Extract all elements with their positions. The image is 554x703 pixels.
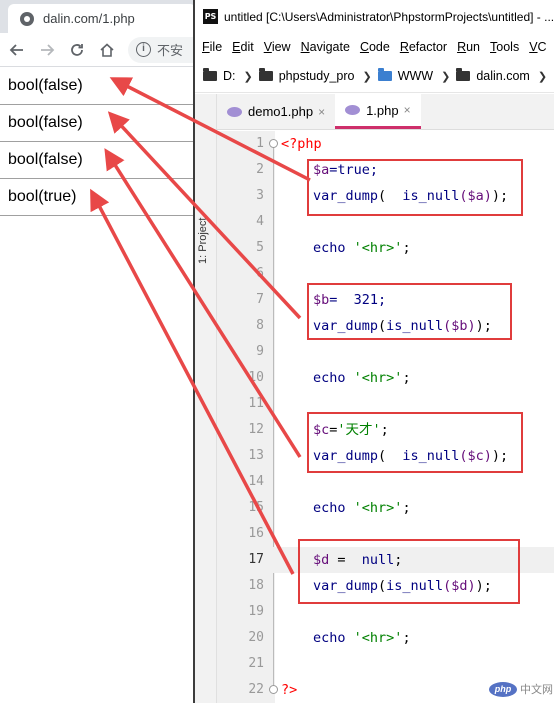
- php-watermark: php 中文网: [489, 681, 553, 697]
- browser-toolbar: i 不安: [0, 33, 196, 67]
- menu-file[interactable]: File: [202, 40, 222, 54]
- php-file-icon: [345, 105, 361, 115]
- reload-button[interactable]: [64, 37, 90, 63]
- menu-tools[interactable]: Tools: [490, 40, 519, 54]
- window-title: untitled [C:\Users\Administrator\Phpstor…: [224, 9, 554, 24]
- chevron-right-icon: ❯: [243, 70, 253, 83]
- breadcrumb-www[interactable]: WWW: [377, 68, 433, 83]
- annotation-box: [307, 412, 523, 473]
- page-output: bool(false) bool(false) bool(false) bool…: [0, 68, 196, 216]
- watermark-text: 中文网: [520, 684, 553, 696]
- code-line: 21: [248, 656, 264, 671]
- menu-run[interactable]: Run: [457, 40, 480, 54]
- menu-refactor[interactable]: Refactor: [400, 40, 447, 54]
- folder-icon: [203, 68, 217, 81]
- annotation-box: [307, 159, 523, 216]
- project-tool-strip: 1: Project: [195, 94, 217, 703]
- browser-tab[interactable]: dalin.com/1.php: [8, 4, 196, 33]
- output-line: bool(true): [0, 179, 196, 216]
- security-label: 不安: [157, 43, 184, 58]
- breadcrumb-drive[interactable]: D:: [203, 68, 236, 83]
- reload-icon: [71, 43, 83, 56]
- menu-bar: File Edit View Navigate Code Refactor Ru…: [195, 33, 554, 60]
- code-line: 10 echo '<hr>';: [248, 370, 411, 386]
- tab-label: 1.php: [366, 102, 399, 118]
- code-line: 20 echo '<hr>';: [248, 630, 411, 646]
- chevron-right-icon: ❯: [441, 70, 451, 83]
- php-file-icon: [227, 106, 242, 117]
- menu-vcs[interactable]: VC: [529, 40, 546, 54]
- folder-icon: [258, 68, 273, 81]
- close-icon[interactable]: ×: [318, 105, 325, 119]
- code-line: 1 <?php: [256, 136, 322, 152]
- browser-window: dalin.com/1.php i 不安 bool(false) bool(fa…: [0, 0, 196, 703]
- arrow-right-icon: [41, 43, 55, 56]
- tab-label: demo1.php: [248, 104, 314, 119]
- close-icon[interactable]: ×: [404, 103, 411, 117]
- home-button[interactable]: [94, 37, 120, 63]
- chevron-right-icon: ❯: [362, 70, 372, 83]
- code-line: 15 echo '<hr>';: [248, 500, 411, 516]
- output-line: bool(false): [0, 142, 196, 179]
- menu-navigate[interactable]: Navigate: [301, 40, 350, 54]
- breadcrumb-phpstudy[interactable]: phpstudy_pro: [258, 68, 354, 83]
- php-logo: php: [489, 681, 517, 697]
- forward-button[interactable]: [34, 37, 60, 63]
- info-icon[interactable]: i: [136, 42, 151, 57]
- address-bar[interactable]: i 不安: [128, 36, 196, 63]
- tab-1php[interactable]: 1.php ×: [335, 94, 421, 129]
- home-icon: [100, 42, 114, 57]
- arrow-left-icon: [9, 43, 23, 56]
- back-button[interactable]: [4, 37, 30, 63]
- chevron-right-icon: ❯: [537, 70, 548, 83]
- folder-icon: [456, 68, 471, 81]
- code-line: 5 echo '<hr>';: [256, 240, 411, 256]
- breadcrumb-dalin[interactable]: dalin.com: [456, 68, 530, 83]
- tab-demo1[interactable]: demo1.php ×: [217, 94, 335, 129]
- editor-tabs: demo1.php × 1.php ×: [217, 94, 554, 130]
- ide-title-bar: PS untitled [C:\Users\Administrator\Phps…: [195, 0, 554, 33]
- phpstorm-logo-icon: PS: [203, 9, 218, 24]
- menu-view[interactable]: View: [264, 40, 291, 54]
- annotation-box: [307, 283, 512, 340]
- browser-tab-title: dalin.com/1.php: [43, 11, 135, 26]
- menu-edit[interactable]: Edit: [232, 40, 254, 54]
- menu-code[interactable]: Code: [360, 40, 390, 54]
- breadcrumb: D: ❯ phpstudy_pro ❯ WWW ❯ dalin.com ❯: [195, 60, 554, 93]
- output-line: bool(false): [0, 68, 196, 105]
- output-line: bool(false): [0, 105, 196, 142]
- project-tool-button[interactable]: 1: Project: [197, 194, 215, 264]
- web-folder-icon: [377, 68, 392, 81]
- browser-tab-strip: dalin.com/1.php: [0, 0, 196, 33]
- annotation-box: [298, 539, 520, 604]
- code-line: 9: [256, 344, 264, 359]
- globe-icon: [20, 11, 34, 26]
